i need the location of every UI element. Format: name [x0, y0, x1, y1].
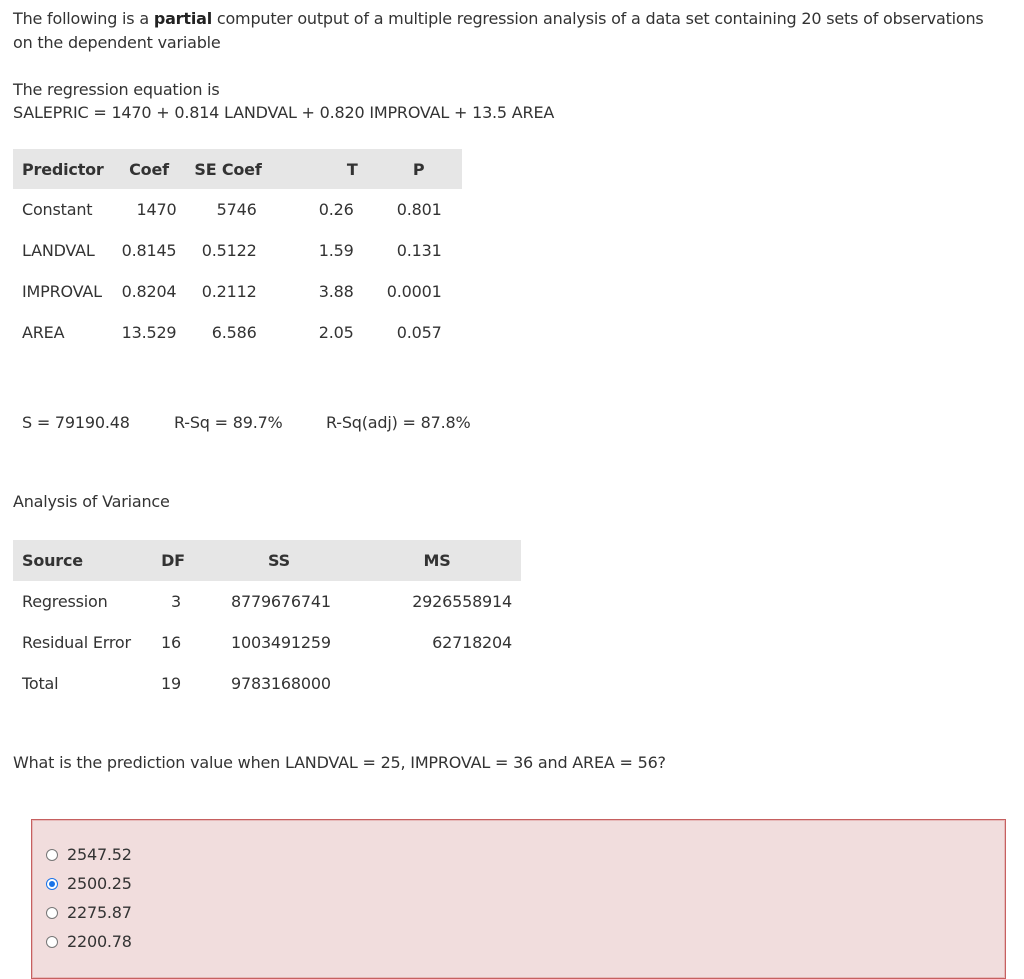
anova-header-row: Source DF SS MS — [13, 540, 521, 581]
stat-r-sq-adj: R-Sq(adj) = 87.8% — [326, 413, 471, 432]
answer-option-2[interactable]: 2500.25 — [46, 869, 132, 898]
cell-p: 0.057 — [396, 323, 442, 342]
cell-t: 1.59 — [318, 241, 354, 260]
cell-se-coef: 0.5122 — [201, 241, 257, 260]
cell-df: 3 — [171, 592, 181, 611]
cell-t: 3.88 — [318, 282, 354, 301]
cell-predictor: LANDVAL — [22, 241, 95, 260]
answer-option-4[interactable]: 2200.78 — [46, 927, 132, 956]
radio-selected-icon[interactable] — [46, 877, 58, 890]
answer-option-3[interactable]: 2275.87 — [46, 898, 132, 927]
table-row: Constant 1470 5746 0.26 0.801 — [13, 189, 462, 230]
intro-text-bold: partial — [153, 9, 212, 28]
predictor-header-row: Predictor Coef SE Coef T P — [13, 149, 462, 189]
option-label: 2200.78 — [67, 932, 132, 951]
radio-icon[interactable] — [46, 935, 58, 948]
table-row: LANDVAL 0.8145 0.5122 1.59 0.131 — [13, 230, 462, 271]
cell-p: 0.131 — [396, 241, 442, 260]
cell-p: 0.801 — [396, 200, 442, 219]
answer-options: 2547.52 2500.25 2275.87 2200.78 — [46, 840, 132, 956]
question-text: What is the prediction value when LANDVA… — [13, 753, 666, 772]
table-row: Regression 3 8779676741 2926558914 — [13, 581, 521, 622]
radio-icon[interactable] — [46, 906, 58, 919]
intro-paragraph: The following is a partial computer outp… — [13, 7, 1003, 55]
cell-predictor: AREA — [22, 323, 65, 342]
predictor-table: Predictor Coef SE Coef T P Constant 1470… — [13, 149, 462, 353]
answer-option-1[interactable]: 2547.52 — [46, 840, 132, 869]
intro-text-before: The following is a — [13, 9, 154, 28]
cell-se-coef: 6.586 — [211, 323, 257, 342]
header-se-coef: SE Coef — [185, 149, 271, 189]
equation-heading: The regression equation is — [13, 80, 220, 99]
option-label: 2500.25 — [67, 874, 132, 893]
cell-t: 0.26 — [318, 200, 354, 219]
cell-ms — [353, 663, 521, 704]
cell-t: 2.05 — [318, 323, 354, 342]
cell-coef: 13.529 — [121, 323, 177, 342]
header-ms: MS — [353, 540, 521, 581]
answer-choices-panel: 2547.52 2500.25 2275.87 2200.78 — [31, 819, 1006, 979]
equation-text: SALEPRIC = 1470 + 0.814 LANDVAL + 0.820 … — [13, 103, 555, 122]
header-t: T — [270, 149, 376, 189]
cell-ss: 8779676741 — [231, 592, 331, 611]
header-p: P — [375, 149, 462, 189]
cell-df: 19 — [161, 674, 181, 693]
regression-equation-block: The regression equation is SALEPRIC = 14… — [13, 78, 554, 124]
cell-coef: 0.8145 — [121, 241, 177, 260]
cell-source: Residual Error — [22, 633, 131, 652]
radio-icon[interactable] — [46, 848, 58, 861]
header-source: Source — [13, 540, 141, 581]
cell-source: Total — [22, 674, 59, 693]
cell-p: 0.0001 — [386, 282, 442, 301]
cell-ss: 9783168000 — [231, 674, 331, 693]
cell-df: 16 — [161, 633, 181, 652]
cell-predictor: Constant — [22, 200, 93, 219]
stat-s: S = 79190.48 — [22, 413, 130, 432]
table-row: IMPROVAL 0.8204 0.2112 3.88 0.0001 — [13, 271, 462, 312]
option-label: 2275.87 — [67, 903, 132, 922]
cell-se-coef: 5746 — [216, 200, 257, 219]
cell-predictor: IMPROVAL — [22, 282, 102, 301]
stat-r-sq: R-Sq = 89.7% — [174, 413, 283, 432]
table-row: Residual Error 16 1003491259 62718204 — [13, 622, 521, 663]
cell-coef: 1470 — [136, 200, 177, 219]
header-ss: SS — [205, 540, 353, 581]
model-stats: S = 79190.48 R-Sq = 89.7% R-Sq(adj) = 87… — [22, 413, 482, 437]
header-predictor: Predictor — [13, 149, 113, 189]
cell-source: Regression — [22, 592, 108, 611]
anova-table: Source DF SS MS Regression 3 8779676741 … — [13, 540, 521, 704]
option-label: 2547.52 — [67, 845, 132, 864]
table-row: Total 19 9783168000 — [13, 663, 521, 704]
anova-title: Analysis of Variance — [13, 492, 170, 511]
table-row: AREA 13.529 6.586 2.05 0.057 — [13, 312, 462, 353]
cell-ms: 2926558914 — [412, 592, 512, 611]
cell-coef: 0.8204 — [121, 282, 177, 301]
cell-ss: 1003491259 — [231, 633, 331, 652]
header-df: DF — [141, 540, 205, 581]
header-coef: Coef — [112, 149, 186, 189]
cell-se-coef: 0.2112 — [201, 282, 257, 301]
cell-ms: 62718204 — [432, 633, 512, 652]
